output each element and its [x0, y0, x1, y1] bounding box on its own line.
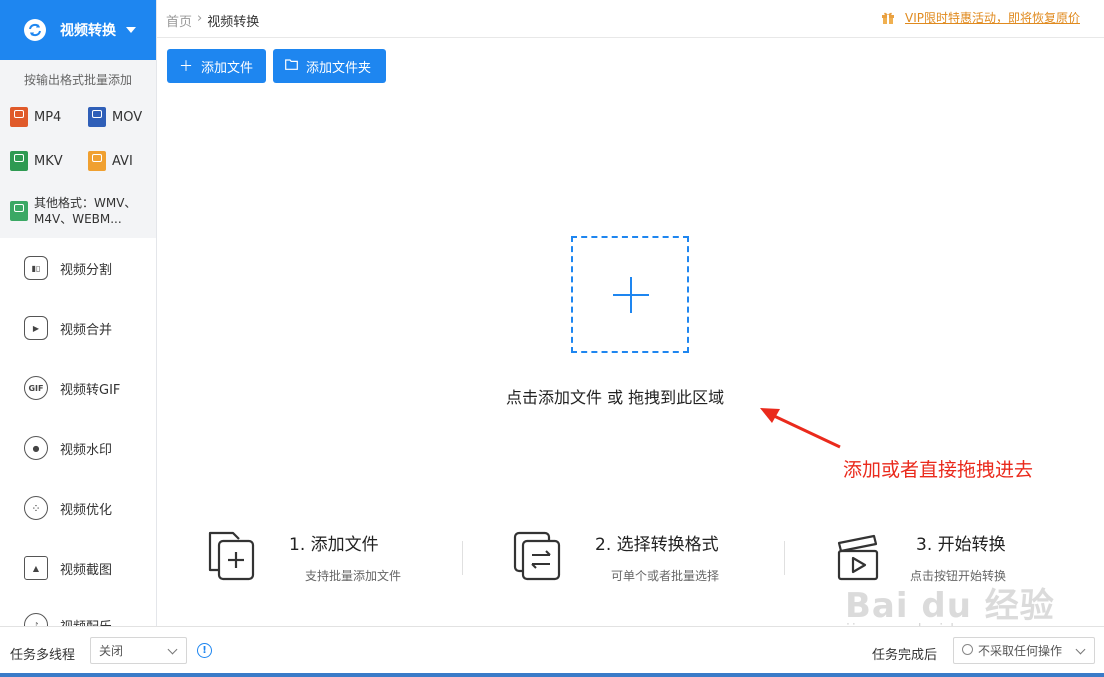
sidebar-item-merge[interactable]: ▶ 视频合并: [24, 316, 112, 340]
sidebar-item-label: 视频水印: [60, 442, 113, 458]
split-icon: ▮▯: [24, 256, 48, 280]
step-title: 1. 添加文件: [289, 535, 379, 555]
sidebar-item-label: 视频截图: [60, 562, 113, 578]
sidebar-item-gif[interactable]: GIF 视频转GIF: [24, 376, 120, 400]
plus-icon-vertical: [630, 277, 632, 313]
annotation-text: 添加或者直接拖拽进去: [843, 459, 1034, 481]
info-icon[interactable]: !: [197, 643, 212, 658]
optimize-icon: ⁘: [24, 496, 48, 520]
format-label: MP4: [34, 109, 62, 125]
after-task-label: 任务完成后: [872, 648, 938, 663]
format-label: AVI: [112, 153, 133, 169]
mkv-file-icon: [10, 151, 28, 171]
add-folder-label: 添加文件夹: [306, 60, 372, 76]
gif-icon: GIF: [24, 376, 48, 400]
sidebar-item-label: 视频分割: [60, 262, 113, 278]
step-title: 3. 开始转换: [916, 535, 1006, 555]
plus-icon: ＋: [179, 59, 193, 75]
sidebar-item-label: 视频转GIF: [60, 382, 121, 398]
mov-file-icon: [88, 107, 106, 127]
other-format-file-icon: [10, 201, 28, 221]
vip-promo-text: VIP限时特惠活动，即将恢复原价: [905, 11, 1080, 25]
convert-format-step-icon: [513, 530, 569, 586]
add-file-button[interactable]: ＋ 添加文件: [167, 49, 266, 83]
format-label: MKV: [34, 153, 63, 169]
sidebar-item-label: 视频优化: [60, 502, 113, 518]
merge-icon: ▶: [24, 316, 48, 340]
vip-promo-link[interactable]: VIP限时特惠活动，即将恢复原价: [881, 9, 1080, 26]
sidebar-item-split[interactable]: ▮▯ 视频分割: [24, 256, 112, 280]
sidebar: 视频转换 按输出格式批量添加 MP4 MOV MKV AVI 其他格式：WMV、…: [0, 0, 157, 626]
drop-zone-text[interactable]: 点击添加文件 或 拖拽到此区域: [506, 384, 724, 408]
step-select-format: 2. 选择转换格式 可单个或者批量选择: [513, 530, 719, 586]
format-mkv[interactable]: MKV: [10, 151, 63, 171]
add-folder-button[interactable]: 添加文件夹: [273, 49, 386, 83]
folder-icon: [285, 58, 298, 74]
breadcrumb-current: 视频转换: [207, 15, 260, 30]
step-title: 2. 选择转换格式: [595, 535, 719, 555]
annotation-arrow: [760, 408, 841, 449]
top-bar: 首页 › 视频转换 VIP限时特惠活动，即将恢复原价: [157, 0, 1104, 38]
format-other[interactable]: 其他格式：WMV、M4V、WEBM...: [10, 195, 146, 227]
screenshot-icon: ▲: [24, 556, 48, 580]
format-mp4[interactable]: MP4: [10, 107, 61, 127]
after-task-select[interactable]: 不采取任何操作: [953, 637, 1095, 664]
breadcrumb-home[interactable]: 首页: [166, 11, 192, 30]
sidebar-item-optimize[interactable]: ⁘ 视频优化: [24, 496, 112, 520]
watermark-logo: Bai du 经验: [845, 586, 1055, 626]
video-convert-menu[interactable]: 视频转换: [0, 0, 156, 60]
chevron-down-icon: [167, 644, 178, 655]
breadcrumb-separator: ›: [197, 11, 203, 26]
sidebar-item-watermark[interactable]: ● 视频水印: [24, 436, 112, 460]
divider: [784, 541, 785, 575]
after-task-value: 不采取任何操作: [978, 644, 1063, 658]
divider: [462, 541, 463, 575]
format-avi[interactable]: AVI: [88, 151, 133, 171]
format-hint: 按输出格式批量添加: [23, 73, 132, 87]
multithread-label: 任务多线程: [10, 648, 76, 663]
add-file-step-icon: [207, 530, 263, 586]
drop-zone[interactable]: [571, 236, 689, 353]
sidebar-item-screenshot[interactable]: ▲ 视频截图: [24, 556, 112, 580]
window-bottom-edge: [0, 673, 1104, 677]
app-window: 视频转换 按输出格式批量添加 MP4 MOV MKV AVI 其他格式：WMV、…: [0, 0, 1104, 677]
watermark-icon: ●: [24, 436, 48, 460]
gift-icon: [881, 11, 895, 24]
multithread-select[interactable]: 关闭: [90, 637, 187, 664]
format-label: MOV: [112, 109, 143, 125]
step-desc: 支持批量添加文件: [305, 569, 402, 583]
multithread-value: 关闭: [99, 644, 124, 658]
format-panel: 按输出格式批量添加 MP4 MOV MKV AVI 其他格式：WMV、M4V、W…: [0, 60, 156, 238]
caret-down-icon: [126, 27, 136, 33]
other-formats-label: 其他格式：WMV、M4V、WEBM...: [34, 196, 137, 226]
convert-icon: [24, 19, 46, 41]
bottom-bar: 任务多线程 关闭 ! 任务完成后 不采取任何操作: [0, 626, 1104, 677]
step-desc: 可单个或者批量选择: [611, 569, 720, 583]
format-mov[interactable]: MOV: [88, 107, 142, 127]
sidebar-header-title: 视频转换: [60, 23, 116, 39]
music-icon: ♪: [24, 613, 48, 626]
sidebar-item-label: 视频配乐: [60, 616, 112, 627]
chevron-down-icon: [1075, 644, 1086, 655]
avi-file-icon: [88, 151, 106, 171]
no-action-icon: [962, 644, 973, 655]
sidebar-item-music[interactable]: ♪ 视频配乐: [24, 613, 112, 626]
add-file-label: 添加文件: [201, 60, 254, 76]
mp4-file-icon: [10, 107, 28, 127]
step-add-file: 1. 添加文件 支持批量添加文件: [207, 530, 401, 586]
sidebar-item-label: 视频合并: [60, 322, 113, 338]
breadcrumb: 首页 › 视频转换: [166, 11, 259, 30]
